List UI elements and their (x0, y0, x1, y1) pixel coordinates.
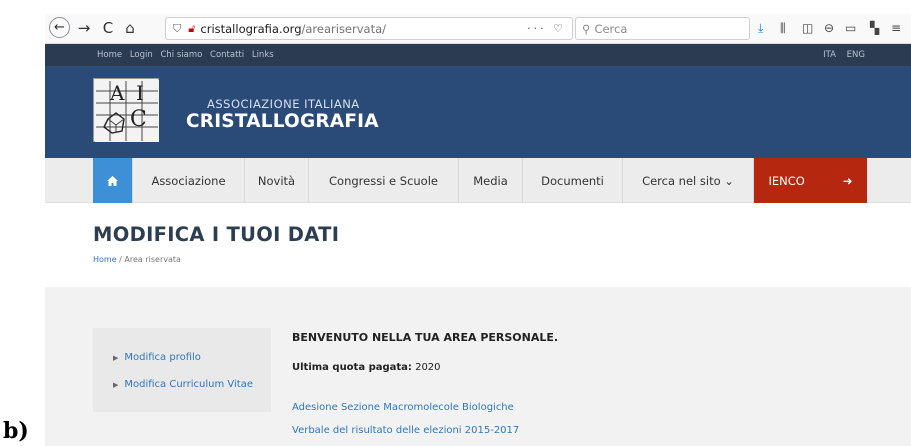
caret-right-icon: ▶ (113, 381, 119, 389)
library-icon[interactable]: ⫼ (780, 21, 786, 36)
profile-sidebar: ▶ Modifica profilo ▶ Modifica Curriculum V… (93, 328, 271, 412)
nav-cerca-dropdown[interactable]: Cerca nel sito ⌄ (623, 158, 754, 203)
content-area: ▶ Modifica profilo ▶ Modifica Curriculum V… (45, 287, 911, 446)
breadcrumb-current: Area riservata (124, 255, 181, 264)
breadcrumb: Home / Area riservata (93, 255, 181, 264)
reload-button[interactable]: C (97, 17, 119, 39)
quota-line: Ultima quota pagata: 2020 (292, 362, 441, 373)
search-input[interactable]: ⚲ Cerca (575, 17, 750, 40)
sidebar-item-modifica-cv[interactable]: ▶ Modifica Curriculum Vitae (113, 379, 253, 390)
shield-icon[interactable]: ⛉ (173, 22, 181, 36)
sidebar-item-label: Modifica Curriculum Vitae (124, 379, 253, 390)
aic-logo[interactable]: A I C (93, 78, 159, 142)
topbar-link-login[interactable]: Login (130, 50, 153, 60)
user-logout-button[interactable]: IENCO ➜ (754, 158, 867, 203)
link-adesione-sezione[interactable]: Adesione Sezione Macromolecole Biologich… (292, 402, 514, 413)
quota-label: Ultima quota pagata: (292, 362, 412, 373)
url-path: /areariservata/ (301, 21, 387, 36)
sidebar-item-label: Modifica profilo (124, 352, 201, 363)
home-icon (107, 175, 118, 186)
browser-toolbar: ← → C ⌂ ⛉ 🔓︎ cristallografia.org/arearis… (45, 14, 911, 44)
sidebar-item-modifica-profilo[interactable]: ▶ Modifica profilo (113, 352, 201, 363)
site-header: A I C ASSOCIAZIONE ITALIANA CRISTALLOGRA… (45, 66, 911, 158)
extensions-icon[interactable]: ▚ (870, 21, 879, 35)
topbar-link-home[interactable]: Home (97, 50, 122, 60)
sidebar-icon[interactable]: ◫ (802, 21, 813, 35)
welcome-heading: BENVENUTO NELLA TUA AREA PERSONALE. (292, 331, 559, 344)
nav-home-tab[interactable] (93, 158, 133, 203)
main-nav: Associazione Novità Congressi e Scuole M… (45, 158, 911, 203)
nav-congressi-scuole[interactable]: Congressi e Scuole (309, 158, 459, 203)
nav-novita[interactable]: Novità (245, 158, 309, 203)
breadcrumb-home[interactable]: Home (93, 255, 117, 264)
caret-right-icon: ▶ (113, 354, 119, 362)
topbar-links: Home Login Chi siamo Contatti Links (97, 50, 279, 60)
back-button[interactable]: ← (49, 17, 70, 38)
nav-media[interactable]: Media (459, 158, 523, 203)
user-name: IENCO (768, 173, 805, 188)
page-actions-icon[interactable]: ··· ♡ (527, 22, 566, 35)
menu-icon[interactable]: ≡ (891, 21, 901, 35)
lang-ita[interactable]: ITA (823, 50, 836, 60)
account-icon[interactable]: ⊖ (824, 21, 834, 35)
site-topbar: Home Login Chi siamo Contatti Links ITA … (45, 44, 911, 66)
logo-letter-i: I (136, 81, 144, 105)
search-icon: ⚲ (582, 21, 591, 36)
logout-icon: ➜ (842, 173, 853, 188)
topbar-link-links[interactable]: Links (252, 50, 274, 60)
forward-button[interactable]: → (73, 17, 95, 39)
address-bar[interactable]: ⛉ 🔓︎ cristallografia.org/areariservata/ … (165, 17, 573, 40)
topbar-link-chi-siamo[interactable]: Chi siamo (160, 50, 202, 60)
link-verbale-elezioni[interactable]: Verbale del risultato delle elezioni 201… (292, 425, 519, 436)
page-title: MODIFICA I TUOI DATI (93, 223, 340, 246)
download-icon[interactable]: ⤓ (758, 21, 763, 36)
reader-icon[interactable]: ▭ (845, 21, 856, 35)
topbar-link-contatti[interactable]: Contatti (210, 50, 244, 60)
nav-associazione[interactable]: Associazione (133, 158, 245, 203)
org-subtitle: ASSOCIAZIONE ITALIANA (207, 97, 360, 111)
nav-documenti[interactable]: Documenti (523, 158, 623, 203)
logo-letter-a: A (110, 81, 125, 105)
url-domain: cristallografia.org (200, 21, 302, 36)
logo-letter-c: C (130, 107, 147, 132)
figure-label: b) (3, 418, 29, 444)
org-title[interactable]: CRISTALLOGRAFIA (186, 111, 379, 132)
insecure-lock-icon[interactable]: 🔓︎ (188, 22, 195, 36)
quota-value: 2020 (411, 362, 441, 373)
home-button[interactable]: ⌂ (119, 17, 141, 39)
search-placeholder: Cerca (594, 21, 628, 36)
language-switch: ITA ENG (815, 50, 865, 60)
lang-eng[interactable]: ENG (847, 50, 865, 60)
